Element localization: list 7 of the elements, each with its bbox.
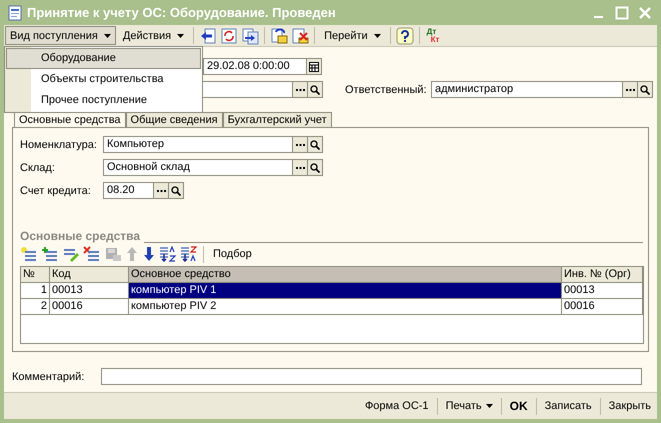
field-label: Склад:: [20, 162, 56, 174]
window-title: Принятие к учету ОС: Оборудование. Проведен: [27, 5, 337, 20]
field-label: Ответственный:: [345, 84, 428, 96]
field-label: Комментарий:: [12, 370, 86, 382]
section-title: Основные средства: [20, 229, 140, 243]
field-label: Номенклатура:: [20, 138, 98, 150]
field-label: Счет кредита:: [20, 184, 92, 196]
